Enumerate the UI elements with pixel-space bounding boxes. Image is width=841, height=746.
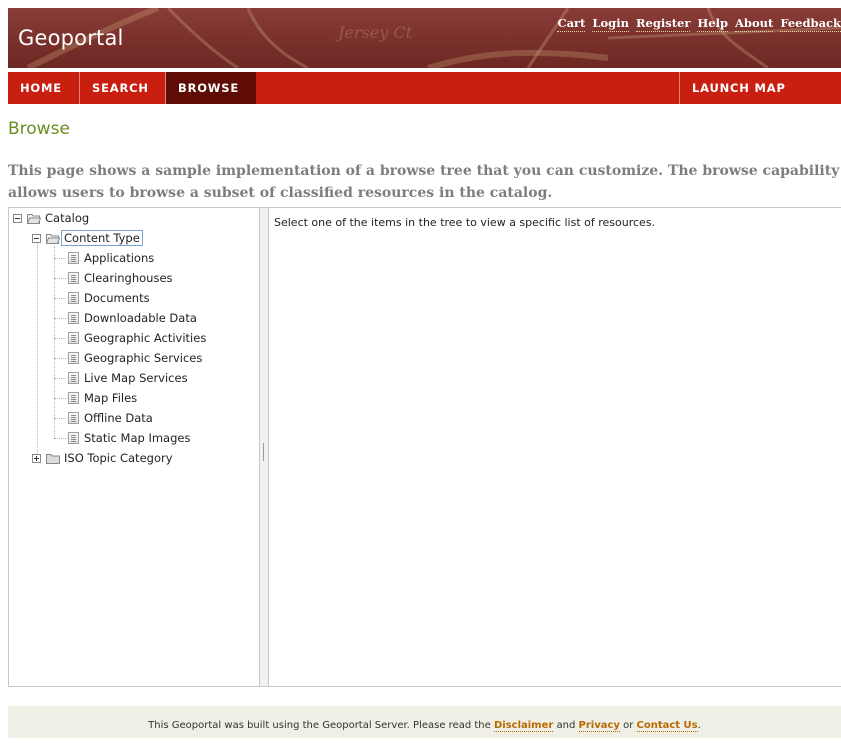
footer-text: This Geoportal was built using the Geopo… [148, 720, 494, 731]
footer-end: . [697, 720, 701, 731]
privacy-link[interactable]: Privacy [578, 720, 620, 732]
tree-item-label: Offline Data [84, 411, 153, 425]
tree-item-applications[interactable]: Applications [68, 249, 154, 267]
tree-item-geographic-services[interactable]: Geographic Services [68, 349, 202, 367]
nav-search[interactable]: SEARCH [80, 72, 166, 104]
results-message: Select one of the items in the tree to v… [274, 216, 656, 229]
main-nav: HOME SEARCH BROWSE LAUNCH MAP VIEWER [8, 72, 841, 127]
tree-item-label: Applications [84, 251, 155, 265]
tree-label-catalog: Catalog [45, 211, 90, 225]
header-banner: Jersey Ct Geoportal Cart Login Register … [8, 8, 841, 68]
svg-text:Jersey Ct: Jersey Ct [335, 23, 413, 42]
tree-node-content-type[interactable]: Content Type [32, 229, 143, 247]
login-link[interactable]: Login [592, 16, 629, 32]
expand-icon[interactable] [32, 453, 41, 463]
open-folder-icon [27, 213, 41, 224]
about-link[interactable]: About [735, 16, 774, 32]
splitter-grip[interactable] [263, 443, 264, 461]
tree-item-offline-data[interactable]: Offline Data [68, 409, 153, 427]
tree-item-label: Documents [84, 291, 150, 305]
tree-item-label: Static Map Images [84, 431, 191, 445]
contact-us-link[interactable]: Contact Us [636, 720, 698, 732]
tree-item-static-map-images[interactable]: Static Map Images [68, 429, 190, 447]
document-icon [68, 332, 79, 344]
tree-item-label: Clearinghouses [84, 271, 173, 285]
launch-map-viewer-button[interactable]: LAUNCH MAP VIEWER [679, 72, 841, 127]
document-icon [68, 312, 79, 324]
nav-home[interactable]: HOME [8, 72, 80, 104]
tree-item-label: Geographic Activities [84, 331, 207, 345]
tree-item-label: Geographic Services [84, 351, 203, 365]
cart-link[interactable]: Cart [557, 16, 586, 32]
document-icon [68, 272, 79, 284]
page-title: Browse [8, 119, 70, 139]
app-title[interactable]: Geoportal [18, 26, 124, 50]
collapse-icon[interactable] [13, 213, 22, 223]
tree-item-label: Live Map Services [84, 371, 188, 385]
footer: This Geoportal was built using the Geopo… [8, 706, 841, 738]
document-icon [68, 392, 79, 404]
top-links: Cart Login Register Help About Feedback [550, 16, 841, 32]
disclaimer-link[interactable]: Disclaimer [493, 720, 554, 732]
tree-item-clearinghouses[interactable]: Clearinghouses [68, 269, 173, 287]
tree-item-label: Map Files [84, 391, 138, 405]
tree-item-live-map-services[interactable]: Live Map Services [68, 369, 188, 387]
register-link[interactable]: Register [635, 16, 691, 32]
document-icon [68, 432, 79, 444]
collapse-icon[interactable] [32, 233, 41, 243]
document-icon [68, 412, 79, 424]
nav-browse[interactable]: BROWSE [166, 72, 256, 104]
feedback-link[interactable]: Feedback [780, 16, 841, 32]
tree-label-iso: ISO Topic Category [64, 451, 173, 465]
document-icon [68, 292, 79, 304]
folder-icon [46, 453, 60, 464]
tree-node-catalog[interactable]: Catalog [13, 209, 89, 227]
browse-tree-panel: Catalog Content Type Applications Cleari… [8, 207, 260, 687]
tree-node-iso-topic-category[interactable]: ISO Topic Category [32, 449, 173, 467]
panel-splitter[interactable] [260, 207, 268, 687]
tree-item-map-files[interactable]: Map Files [68, 389, 137, 407]
tree-item-label: Downloadable Data [84, 311, 197, 325]
intro-text: This page shows a sample implementation … [8, 163, 840, 201]
footer-or: or [619, 720, 637, 731]
open-folder-icon [46, 233, 60, 244]
results-panel: Select one of the items in the tree to v… [268, 207, 841, 687]
tree-item-downloadable-data[interactable]: Downloadable Data [68, 309, 197, 327]
footer-and: and [553, 720, 579, 731]
tree-item-geographic-activities[interactable]: Geographic Activities [68, 329, 206, 347]
tree-label-content-type: Content Type [61, 230, 143, 246]
tree-item-documents[interactable]: Documents [68, 289, 150, 307]
help-link[interactable]: Help [697, 16, 728, 32]
document-icon [68, 352, 79, 364]
document-icon [68, 252, 79, 264]
document-icon [68, 372, 79, 384]
